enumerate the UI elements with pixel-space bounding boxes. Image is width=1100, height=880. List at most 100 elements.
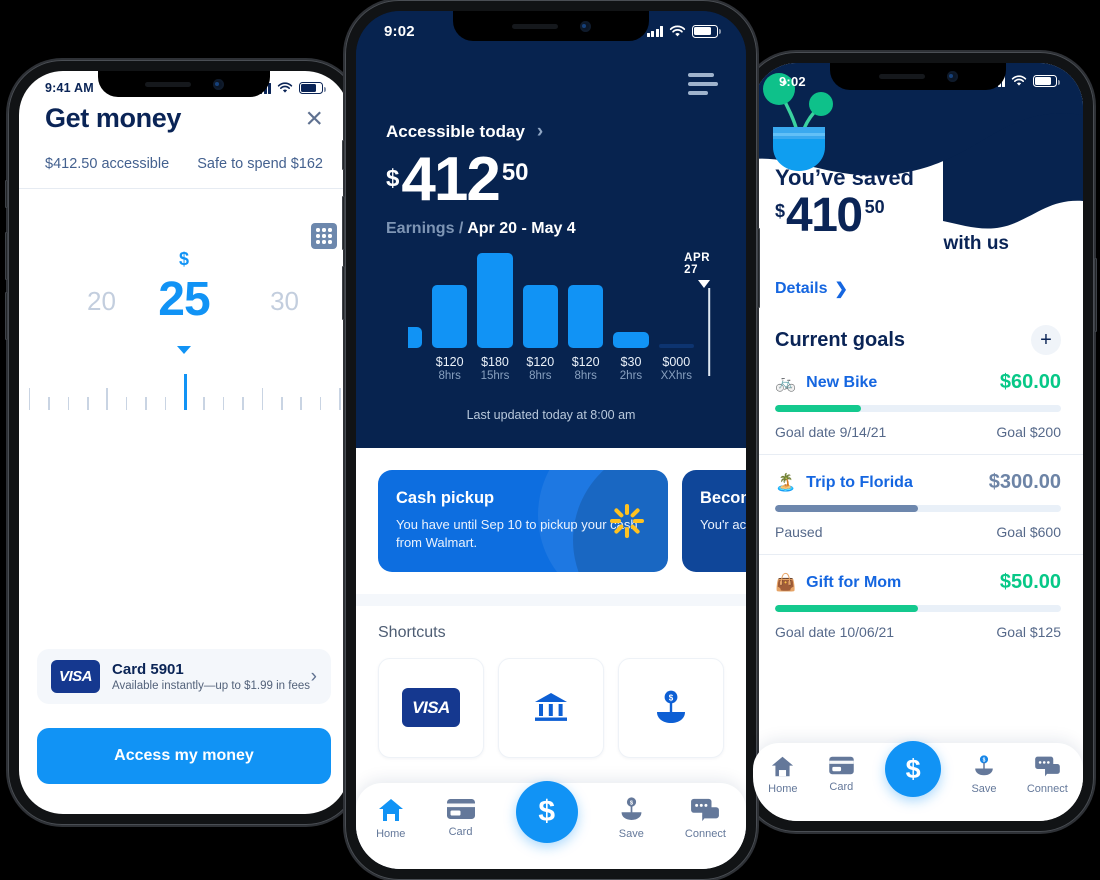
phone3-bottom-nav[interactable]: Home Card $ $ Save Connect [753,741,1083,821]
safe-to-spend-label: Safe to spend $162 [197,156,323,172]
phone1-volume-down-button[interactable] [5,292,8,340]
ruler-tick [203,397,205,410]
phone1-volume-up-button[interactable] [5,232,8,280]
walmart-spark-icon [610,503,644,538]
nav-item-home[interactable]: Home [376,797,405,840]
chart-bar-label: $180 15hrs [477,355,512,382]
phone2-power-button[interactable] [757,228,760,308]
access-my-money-button[interactable]: Access my money [37,728,331,784]
section-divider [356,593,746,606]
chart-bar-value: $30 [620,354,642,369]
page-title: Get money [45,103,181,133]
phone-mockup-home-earnings: 9:02 Accessible today › $ 412 50 Earning… [342,0,760,880]
goal-footer-right: Goal $200 [996,424,1061,440]
amount-cents: 50 [864,197,885,217]
phone3-power-button[interactable] [1094,258,1097,332]
save-icon: $ [975,755,993,776]
keypad-icon[interactable] [311,223,337,249]
goals-title: Current goals [775,328,906,351]
status-indicators [646,24,721,38]
chevron-right-icon[interactable]: › [311,666,317,688]
palm-island-icon: 🏝️ [775,472,797,492]
earnings-range: Apr 20 - May 4 [467,219,576,237]
chart-bar-hours: 8hrs [438,369,461,382]
wifi-icon [277,82,293,93]
earpiece-speaker [144,81,191,87]
add-goal-button[interactable]: + [1031,325,1061,355]
dial-selected-value: 25 [158,273,210,326]
nav-item-save[interactable]: $ Save [618,797,645,840]
goal-item[interactable]: 🚲 New Bike $60.00 Goal date 9/14/21 Goal $20… [753,355,1083,455]
dollar-fab-icon[interactable]: $ [515,781,578,843]
chart-bar-label: $000 XXhrs [659,355,694,382]
nav-label: Home [376,828,406,840]
goal-item[interactable]: 👜 Gift for Mom $50.00 Goal date 10/06/21 Goa… [753,555,1083,654]
phone1-notch [98,71,270,97]
goal-name: Gift for Mom [806,573,902,591]
shortcuts-title: Shortcuts [378,623,446,641]
chevron-right-icon: ❯ [834,281,848,298]
phone2-volume-down-button[interactable] [342,266,345,320]
dollar-fab-icon[interactable]: $ [885,741,942,797]
goal-saved-amount: $60.00 [999,371,1061,393]
phone1-mute-button[interactable] [5,180,8,208]
shortcut-visa-card[interactable]: VISA [378,657,484,758]
shortcut-bank[interactable] [498,657,604,758]
phone-mockup-savings-goals: 9:02 You’ve saved $ 410 50 with us Detai… [739,52,1097,832]
dial-ruler[interactable] [19,370,349,410]
nav-label: Save [971,783,997,795]
ruler-tick [125,397,128,410]
chart-bar [432,284,468,348]
goal-footer-left: Paused [775,524,823,540]
nav-item-connect[interactable]: Connect [685,797,726,840]
dial-right-label: 30 [270,286,299,316]
chart-bar [408,326,422,348]
ruler-tick [87,397,89,410]
promo-card-become[interactable]: Become You'r achie [682,469,746,572]
bank-icon [535,692,567,721]
promo-card-cash-pickup[interactable]: Cash pickup You have until Sep 10 to pic… [378,469,668,572]
chart-bars [408,248,694,348]
phone2-mute-button[interactable] [342,140,345,170]
dial-values: 20 25 30 [19,272,349,334]
nav-item-home[interactable]: Home [768,755,798,795]
wifi-icon [1011,75,1027,86]
hamburger-icon[interactable] [688,73,718,100]
accessible-amount: $ 412 50 [386,149,716,211]
goal-progress-bar [775,405,1061,412]
nav-item-save[interactable]: $ Save [971,755,997,795]
dial-currency-symbol: $ [178,249,189,269]
front-camera-icon [579,20,591,32]
phone2-volume-up-button[interactable] [342,196,345,250]
details-link[interactable]: Details ❯ [753,273,1083,299]
nav-item-connect[interactable]: Connect [1027,755,1068,795]
close-icon[interactable]: × [305,103,323,134]
chart-annotation-triangle-icon [698,279,711,288]
visa-logo-icon: VISA [51,660,101,693]
card-icon [446,799,475,819]
ruler-tick [242,397,244,410]
ruler-tick [184,374,187,410]
phone2-screen: 9:02 Accessible today › $ 412 50 Earning… [356,11,746,869]
phone2-bottom-nav[interactable]: Home Card $ $ Save Connect [356,781,746,869]
save-plant-icon: $ [657,690,685,723]
nav-item-card[interactable]: Card [828,755,855,793]
goal-footer: Goal date 10/06/21 Goal $125 [775,624,1061,640]
saved-summary: You’ve saved $ 410 50 [775,165,914,239]
goal-name-row: 🏝️ Trip to Florida [775,473,913,493]
goal-item[interactable]: 🏝️ Trip to Florida $300.00 Paused Goal $600 [753,455,1083,555]
promo-carousel[interactable]: Cash pickup You have until Sep 10 to pic… [356,469,746,572]
goal-header: 🏝️ Trip to Florida $300.00 [775,471,1061,494]
chart-bar-value: $000 [662,354,691,369]
shortcut-save[interactable]: $ [618,657,724,758]
nav-label: Home [768,783,798,795]
payout-card-selector[interactable]: VISA Card 5901 Available instantly—up to… [37,649,331,704]
phone3-screen: 9:02 You’ve saved $ 410 50 with us Detai… [753,63,1083,821]
promo-title: Become [700,488,746,507]
chart-annotation-label: APR 27 [684,251,711,276]
screenshot-stage: 9:41 AM Get money × $412.50 accessible S… [0,0,1100,880]
amount-dial[interactable]: $ 20 25 30 [19,249,349,410]
goal-header: 👜 Gift for Mom $50.00 [775,571,1061,594]
nav-item-card[interactable]: Card [446,797,476,838]
status-time: 9:41 AM [45,81,94,95]
